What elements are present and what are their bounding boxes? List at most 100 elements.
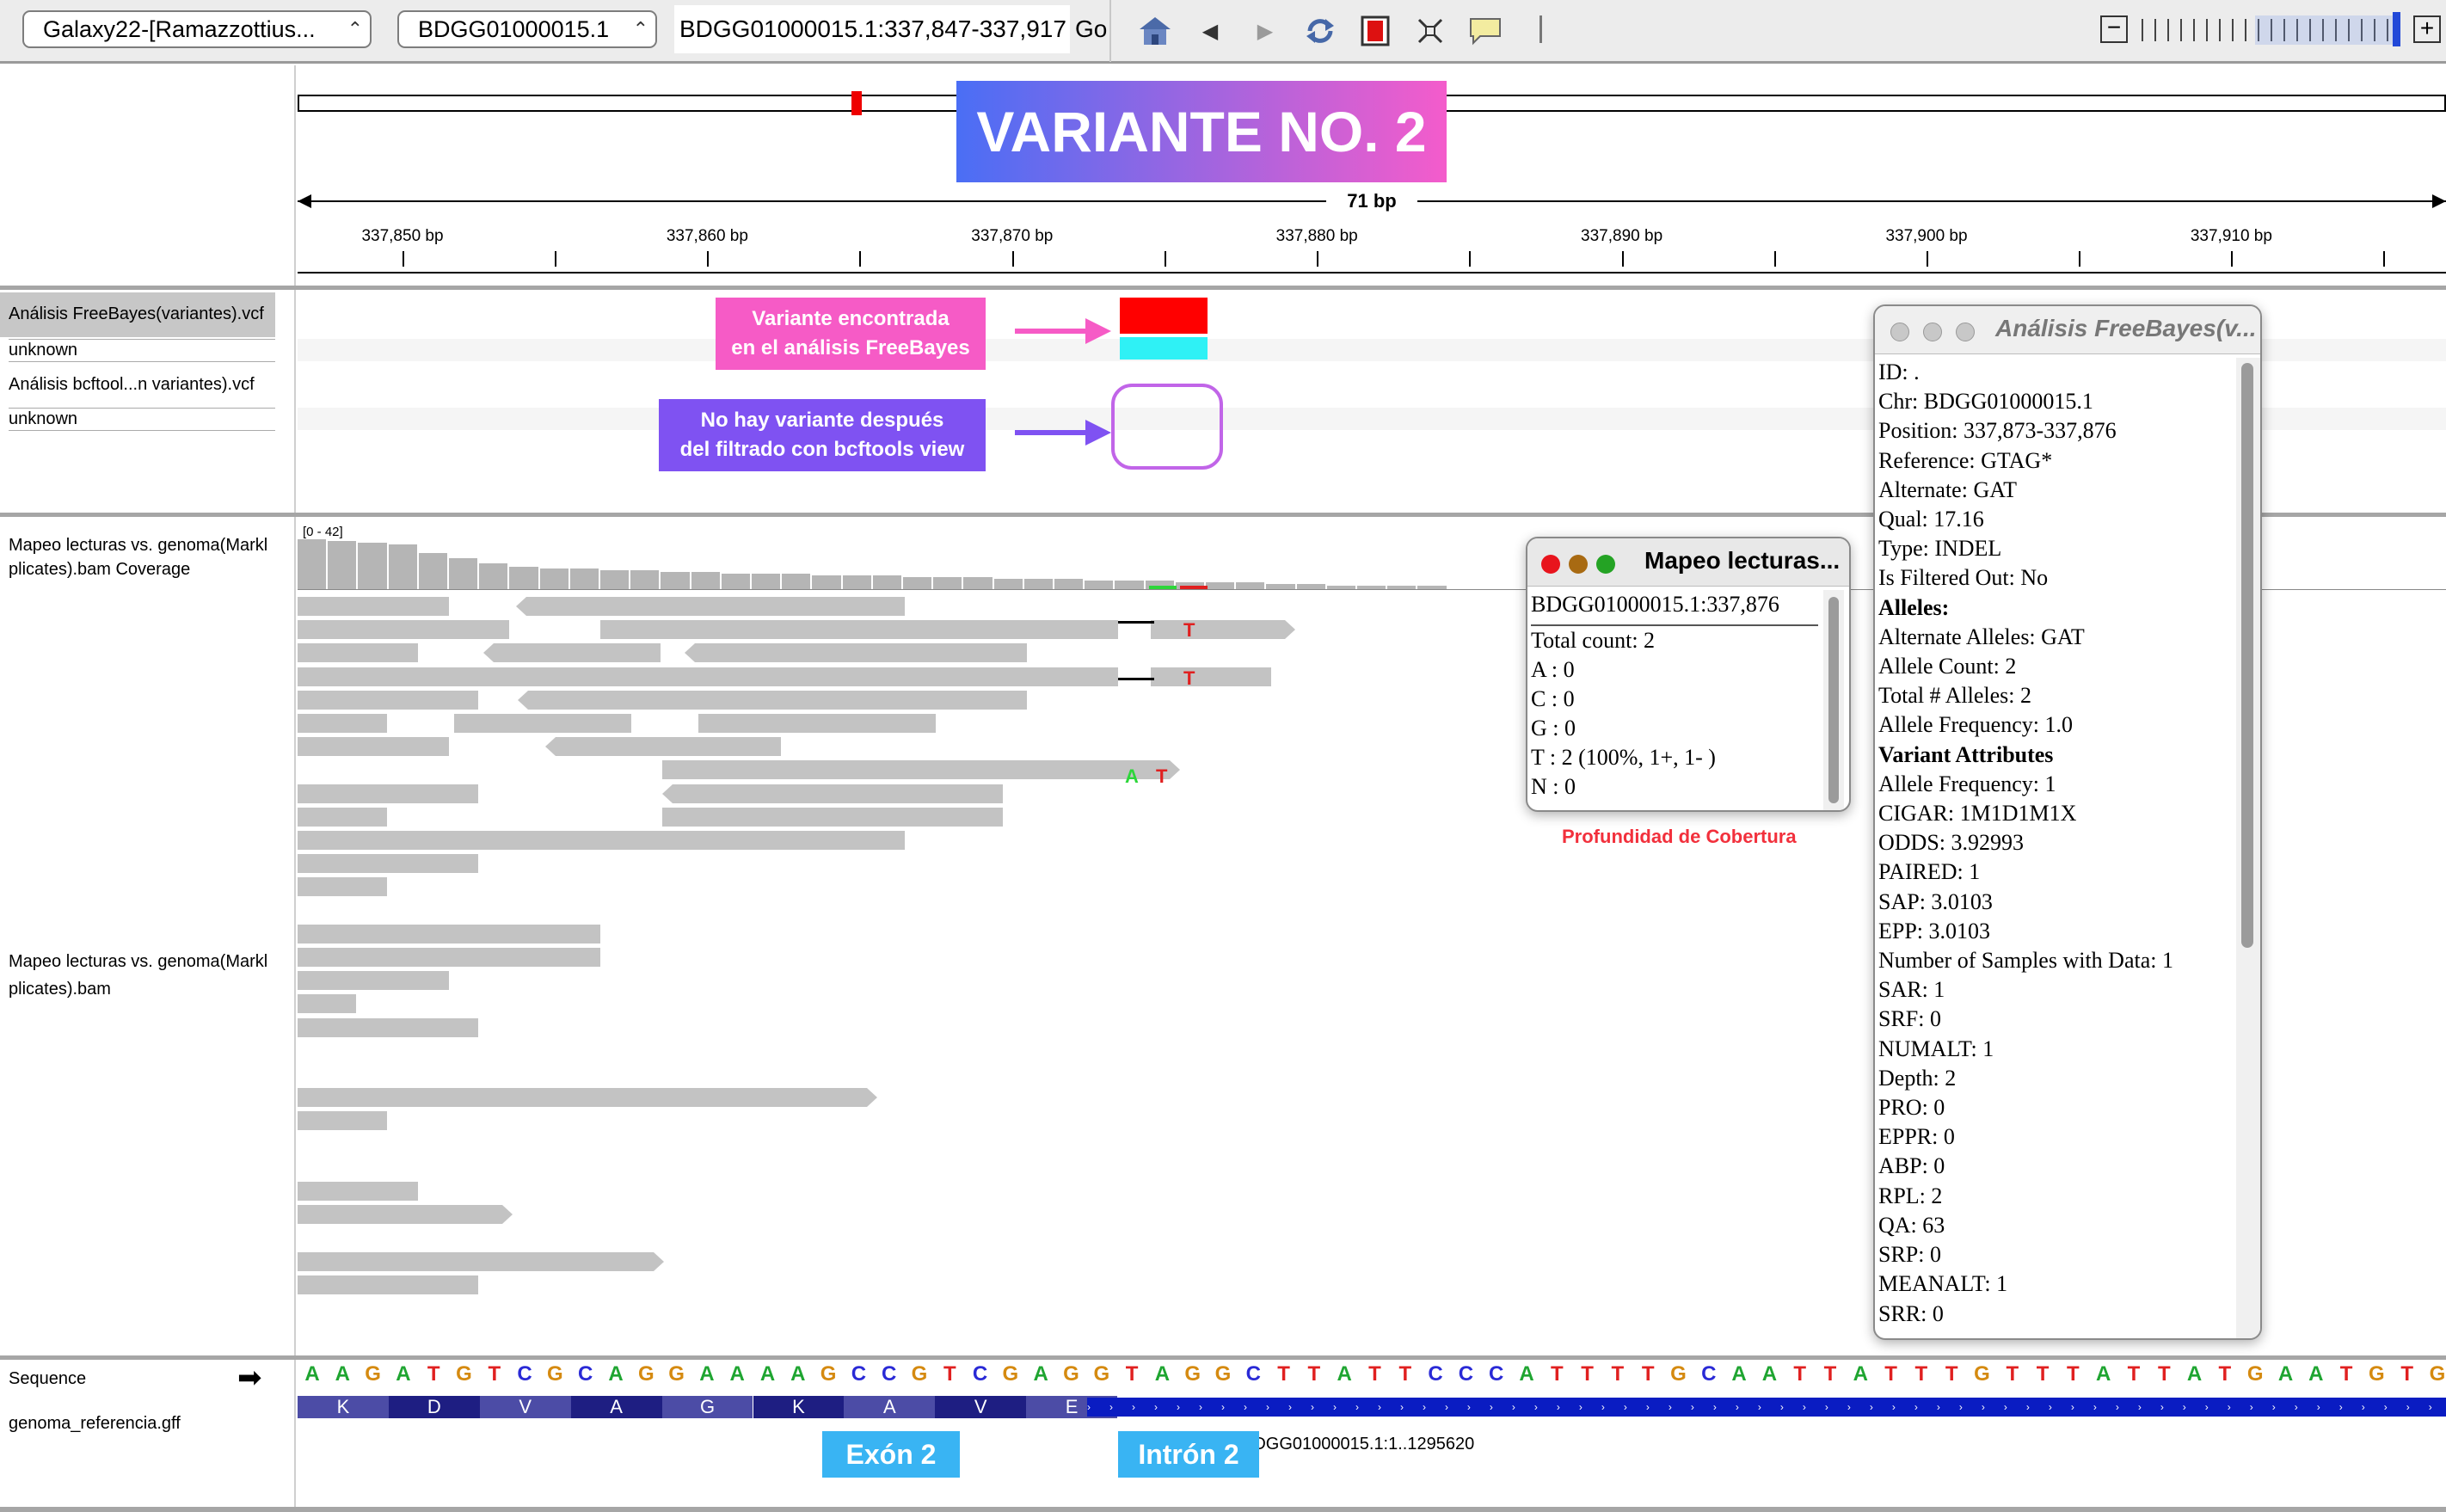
aligned-read[interactable] xyxy=(662,760,1170,780)
back-icon[interactable]: ◀ xyxy=(1190,12,1230,50)
aligned-read[interactable] xyxy=(298,1017,478,1037)
close-icon[interactable] xyxy=(1890,323,1909,341)
aligned-read[interactable] xyxy=(528,690,1027,710)
aligned-read[interactable] xyxy=(662,807,1003,827)
base-t: T xyxy=(1793,1362,1807,1386)
popup-content: BDGG01000015.1:337,876 Total count: 2 A : … xyxy=(1531,590,1779,802)
coverage-bar xyxy=(328,541,357,589)
aligned-read[interactable] xyxy=(298,737,449,757)
popup-line: QA: 63 xyxy=(1878,1212,1945,1238)
popup-line: Number of Samples with Data: 1 xyxy=(1878,948,2173,974)
aligned-read[interactable] xyxy=(298,1275,478,1294)
resize-icon[interactable] xyxy=(1410,12,1450,50)
base-g: G xyxy=(1214,1362,1232,1386)
aligned-read[interactable] xyxy=(298,854,478,874)
aligned-read[interactable] xyxy=(494,643,661,663)
aligned-read[interactable] xyxy=(298,994,356,1014)
aligned-read[interactable] xyxy=(298,948,600,967)
strand-arrow-icon[interactable]: ➡ xyxy=(237,1361,262,1395)
aligned-read[interactable] xyxy=(298,690,478,710)
track-name-freebayes[interactable]: Análisis FreeBayes(variantes).vcf xyxy=(9,304,264,324)
aligned-read[interactable] xyxy=(695,643,1027,663)
read-arrow-icon xyxy=(1285,620,1295,640)
zoom-slider-thumb[interactable] xyxy=(2393,12,2400,46)
zoom-icon[interactable] xyxy=(1956,323,1975,341)
chromosome-select[interactable]: BDGG01000015.1 ⌃ xyxy=(397,10,657,48)
base-g: G xyxy=(456,1362,472,1386)
go-button[interactable]: Go xyxy=(1075,5,1107,53)
freebayes-popup[interactable]: Análisis FreeBayes(v... ID: . Chr: BDGG01… xyxy=(1873,304,2262,1340)
aligned-read[interactable] xyxy=(298,807,387,827)
aligned-read[interactable] xyxy=(298,1182,418,1201)
zoom-out-button[interactable]: − xyxy=(2100,15,2128,43)
variant-genotype-homvar[interactable] xyxy=(1120,337,1208,360)
aligned-read[interactable] xyxy=(298,667,1118,686)
minimize-icon[interactable] xyxy=(1923,323,1942,341)
mismatch-base: T xyxy=(1183,667,1195,689)
aligned-read[interactable] xyxy=(698,714,936,733)
popup-titlebar[interactable]: Mapeo lecturas... xyxy=(1527,538,1849,587)
popup-content: ID: . Chr: BDGG01000015.1 Position: 337,87… xyxy=(1878,358,2173,1329)
refresh-icon[interactable] xyxy=(1300,12,1340,50)
aligned-read[interactable] xyxy=(298,1088,867,1108)
popup-line: BDGG01000015.1:337,876 xyxy=(1531,592,1779,617)
base-t: T xyxy=(1277,1362,1290,1386)
popup-line: NUMALT: 1 xyxy=(1878,1036,1994,1061)
popup-titlebar[interactable]: Análisis FreeBayes(v... xyxy=(1875,306,2260,354)
close-icon[interactable] xyxy=(1541,555,1560,574)
base-t: T xyxy=(1884,1362,1897,1386)
deletion-line xyxy=(1118,621,1154,624)
variant-site-freebayes[interactable] xyxy=(1120,298,1208,334)
aligned-read[interactable] xyxy=(454,714,631,733)
popup-info-icon[interactable] xyxy=(1466,12,1505,50)
aligned-read[interactable] xyxy=(1151,620,1285,640)
aligned-read[interactable] xyxy=(298,971,449,991)
aligned-read[interactable] xyxy=(526,597,905,616)
track-name-bcftools[interactable]: Análisis bcftool...n variantes).vcf xyxy=(9,375,255,395)
track-name-unknown[interactable]: unknown xyxy=(9,341,77,360)
chevron-updown-icon: ⌃ xyxy=(632,18,648,40)
read-arrow-icon xyxy=(483,643,494,663)
intron-feature[interactable]: ››››››››››››››››››››››››››››››››››››››››… xyxy=(1087,1398,2446,1417)
zoom-in-button[interactable]: + xyxy=(2413,15,2441,43)
depth-caption: Profundidad de Cobertura xyxy=(1562,826,1797,847)
aligned-read[interactable] xyxy=(556,737,781,757)
aligned-read[interactable] xyxy=(298,1251,654,1271)
aligned-read[interactable] xyxy=(298,597,449,616)
base-a: A xyxy=(1731,1362,1747,1386)
scrollbar-thumb[interactable] xyxy=(1828,597,1839,803)
ruler-tick xyxy=(555,251,556,267)
aligned-read[interactable] xyxy=(298,784,478,803)
scrollbar-thumb[interactable] xyxy=(2241,363,2253,948)
locus-input[interactable]: BDGG01000015.1:337,847-337,917 xyxy=(674,5,1070,53)
aligned-read[interactable] xyxy=(1151,667,1271,686)
minimize-icon[interactable] xyxy=(1569,555,1588,574)
aligned-read[interactable] xyxy=(298,877,387,897)
base-a: A xyxy=(1761,1362,1778,1386)
chromosome-select-value: BDGG01000015.1 xyxy=(418,16,610,42)
zoom-icon[interactable] xyxy=(1596,555,1615,574)
region-of-interest-icon[interactable] xyxy=(1355,12,1395,50)
genome-select[interactable]: Galaxy22-[Ramazzottius... ⌃ xyxy=(22,10,372,48)
aligned-read[interactable] xyxy=(298,643,418,663)
base-a: A xyxy=(2096,1362,2111,1386)
track-name-unknown[interactable]: unknown xyxy=(9,409,77,429)
track-name-gff[interactable]: genoma_referencia.gff xyxy=(9,1414,181,1434)
aligned-read[interactable] xyxy=(298,924,600,943)
aligned-read[interactable] xyxy=(298,1205,502,1225)
aligned-read[interactable] xyxy=(298,1111,387,1131)
aligned-read[interactable] xyxy=(298,714,387,733)
forward-icon[interactable]: ▶ xyxy=(1245,12,1285,50)
aligned-read[interactable] xyxy=(673,784,1003,803)
popup-line: T : 2 (100%, 1+, 1- ) xyxy=(1531,745,1716,770)
mismatch-base: A xyxy=(1125,765,1139,787)
aligned-read[interactable] xyxy=(298,831,905,850)
home-icon[interactable] xyxy=(1135,12,1175,50)
track-name-sequence[interactable]: Sequence xyxy=(9,1369,86,1389)
aligned-read[interactable] xyxy=(298,620,509,640)
coverage-popup[interactable]: Mapeo lecturas... BDGG01000015.1:337,876… xyxy=(1526,537,1851,812)
coverage-bar xyxy=(630,570,660,589)
track-name-bam[interactable]: Mapeo lecturas vs. genoma(Markl plicates… xyxy=(9,948,267,1003)
track-name-coverage[interactable]: Mapeo lecturas vs. genoma(Markl plicates… xyxy=(9,533,267,581)
aligned-read[interactable] xyxy=(600,620,1118,640)
